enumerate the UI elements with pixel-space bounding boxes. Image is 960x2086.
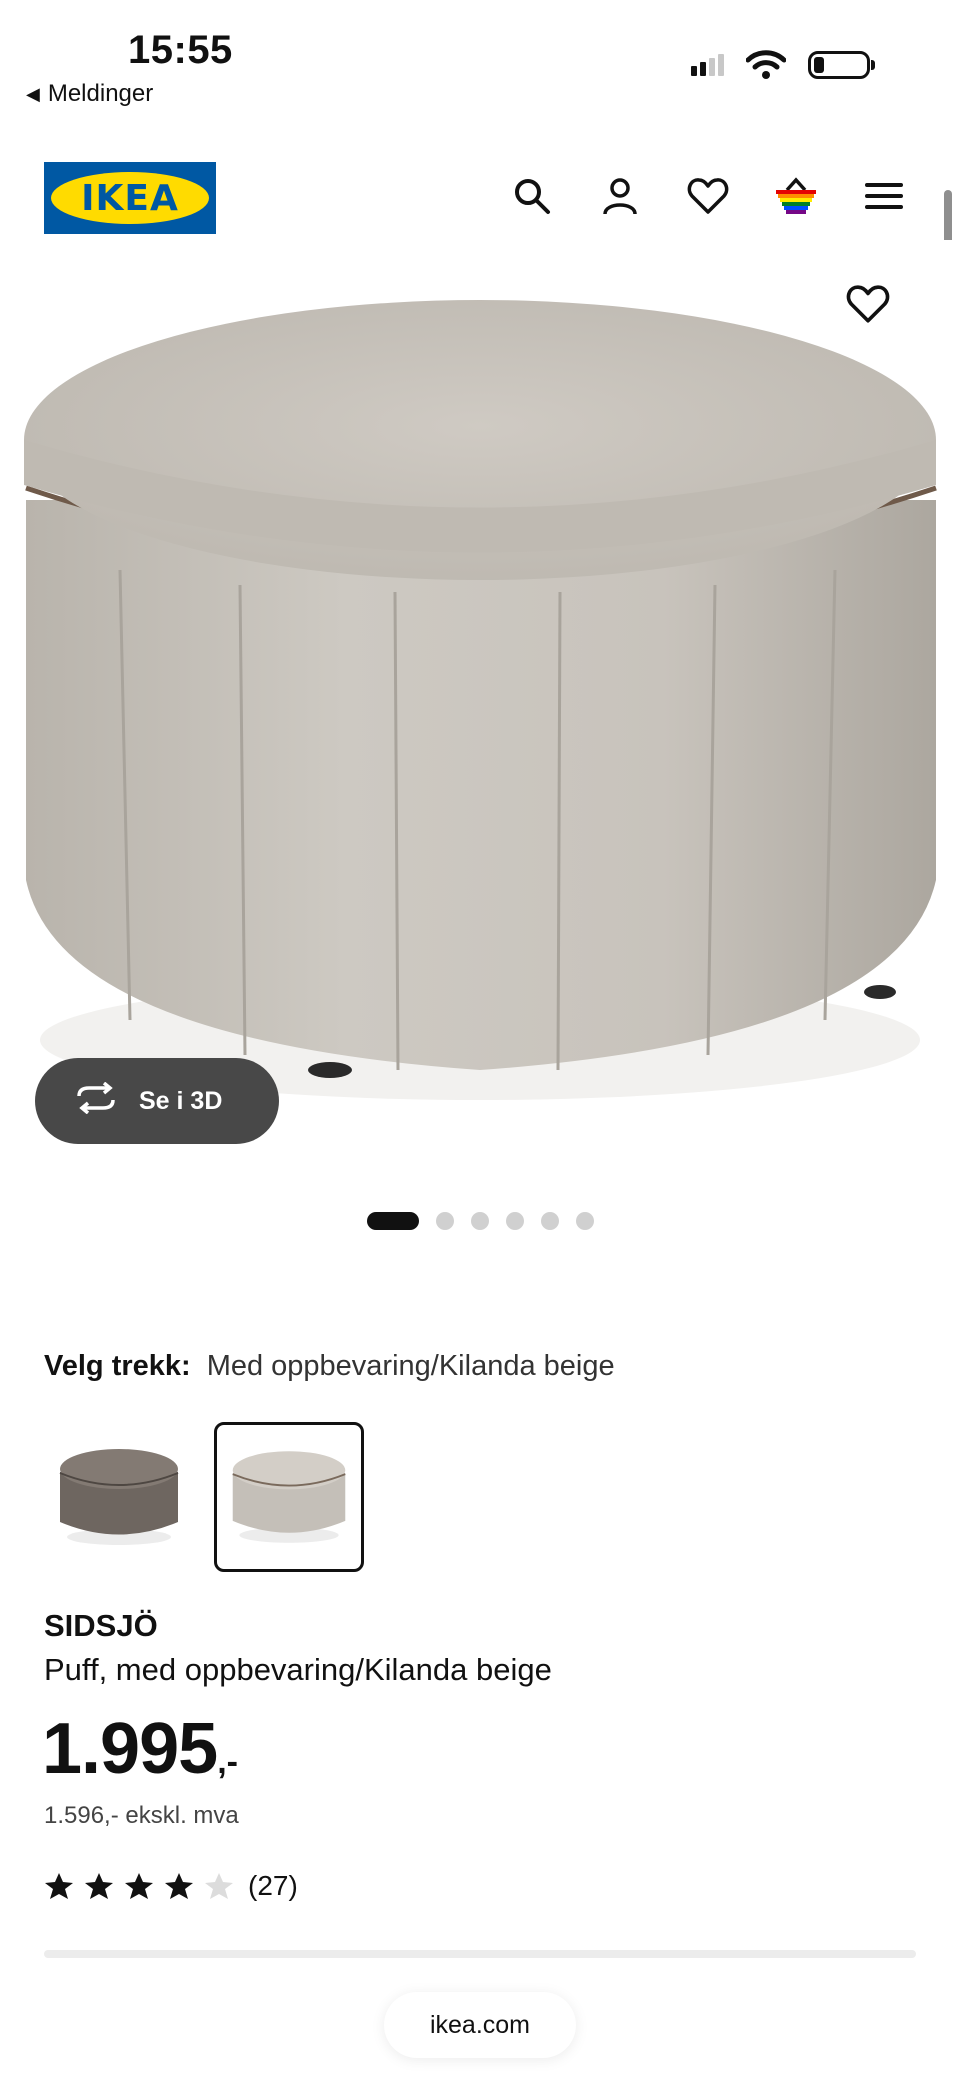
price-excl-vat: 1.596,- ekskl. mva xyxy=(44,1802,239,1829)
search-icon[interactable] xyxy=(508,172,556,220)
ikea-logo[interactable]: IKEA xyxy=(44,162,216,234)
variant-swatch-beige[interactable] xyxy=(214,1422,364,1572)
view-in-3d-button[interactable]: Se i 3D xyxy=(35,1058,279,1144)
image-carousel-dots xyxy=(0,1212,960,1230)
price-suffix: ,- xyxy=(217,1743,238,1781)
account-icon[interactable] xyxy=(596,172,644,220)
product-description: Puff, med oppbevaring/Kilanda beige xyxy=(44,1652,552,1687)
product-image[interactable] xyxy=(0,240,960,1170)
star-filled-icon xyxy=(165,1873,193,1899)
review-count: (27) xyxy=(248,1870,298,1901)
carousel-dot[interactable] xyxy=(435,1212,454,1230)
variant-selected-value: Med oppbevaring/Kilanda beige xyxy=(206,1350,615,1382)
star-filled-icon xyxy=(125,1873,153,1899)
add-to-wishlist-heart-icon[interactable] xyxy=(846,284,890,328)
shopping-bag-icon[interactable] xyxy=(772,172,820,220)
back-to-app-link[interactable]: ◀ Meldinger xyxy=(26,80,153,108)
section-divider xyxy=(44,1950,916,1958)
variant-label: Velg trekk: xyxy=(44,1350,191,1382)
header-actions xyxy=(508,172,908,220)
cellular-signal-icon xyxy=(691,54,724,76)
wishlist-heart-icon[interactable] xyxy=(684,172,732,220)
view-in-3d-label: Se i 3D xyxy=(139,1086,223,1115)
browser-url-bar[interactable]: ikea.com xyxy=(384,1992,576,2058)
price-amount: 1.995 xyxy=(42,1709,218,1789)
star-filled-icon xyxy=(85,1873,113,1899)
carousel-dot[interactable] xyxy=(575,1212,594,1230)
back-triangle-icon: ◀ xyxy=(26,83,40,104)
product-price: 1.995 ,- xyxy=(42,1708,238,1790)
back-app-label: Meldinger xyxy=(47,80,154,107)
wifi-icon xyxy=(746,50,786,80)
rating-stars xyxy=(44,1872,234,1900)
star-filled-icon xyxy=(45,1873,73,1899)
logo-text: IKEA xyxy=(81,177,179,219)
carousel-dot[interactable] xyxy=(540,1212,559,1230)
carousel-dot[interactable] xyxy=(505,1212,524,1230)
star-empty-icon xyxy=(205,1873,233,1899)
carousel-dot[interactable] xyxy=(366,1212,419,1230)
rotate-3d-icon xyxy=(73,1081,119,1121)
variant-swatch-dark-grey[interactable] xyxy=(44,1422,194,1572)
product-brand-name: SIDSJÖ xyxy=(44,1608,158,1643)
status-time: 15:55 xyxy=(128,28,233,72)
battery-icon xyxy=(808,51,875,79)
variant-selector-label: Velg trekk: Med oppbevaring/Kilanda beig… xyxy=(44,1350,615,1383)
carousel-dot[interactable] xyxy=(470,1212,489,1230)
status-icons xyxy=(691,50,875,80)
product-rating[interactable]: (27) xyxy=(44,1870,298,1902)
menu-icon[interactable] xyxy=(860,172,908,220)
